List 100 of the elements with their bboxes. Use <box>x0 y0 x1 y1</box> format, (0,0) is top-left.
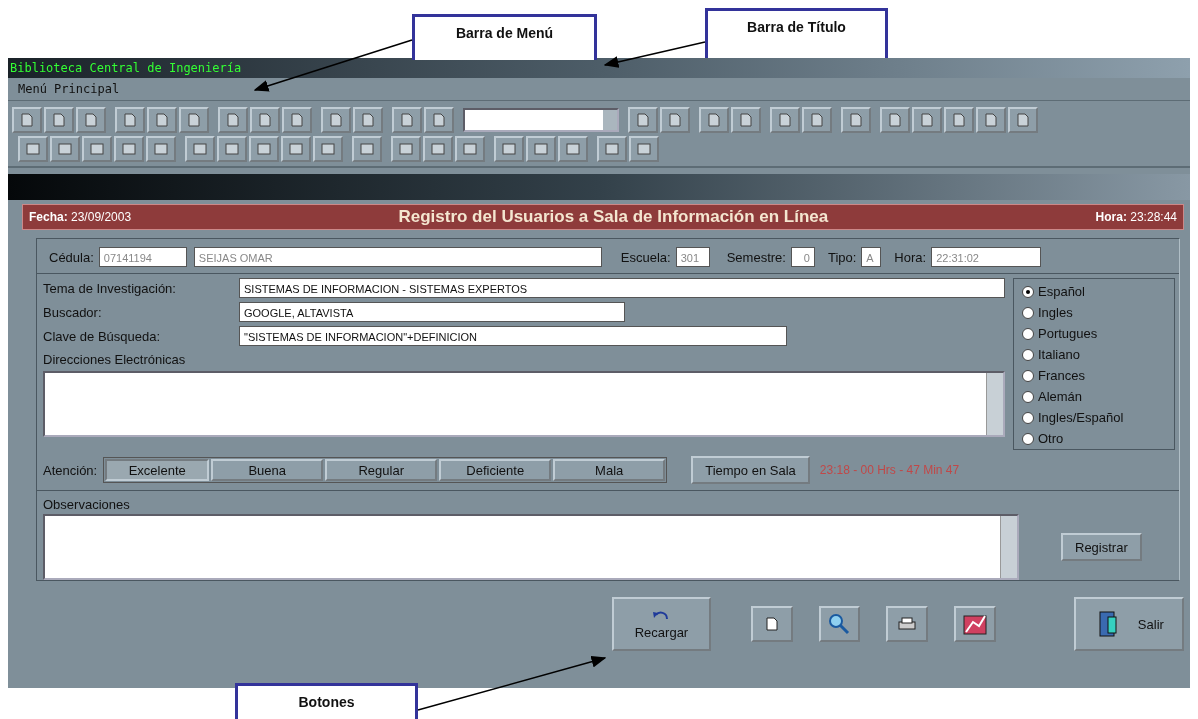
toolbar-button[interactable] <box>12 107 42 133</box>
toolbar-button[interactable] <box>147 107 177 133</box>
toolbar-button[interactable] <box>424 107 454 133</box>
language-radio[interactable]: Ingles/Español <box>1022 409 1170 426</box>
radio-icon[interactable] <box>1022 369 1034 382</box>
toolbar-button[interactable] <box>352 136 382 162</box>
toolbar-button[interactable] <box>1008 107 1038 133</box>
language-radio[interactable]: Portugues <box>1022 325 1170 342</box>
text-area[interactable] <box>43 514 1019 580</box>
toolbar-button[interactable] <box>628 107 658 133</box>
search-button[interactable] <box>818 606 861 642</box>
toolbar-button[interactable] <box>880 107 910 133</box>
toolbar-button[interactable] <box>76 107 106 133</box>
toolbar-button[interactable] <box>455 136 485 162</box>
field-label: Semestre: <box>726 249 786 265</box>
radio-icon[interactable] <box>1022 411 1034 424</box>
chart-button[interactable] <box>954 606 996 642</box>
toolbar-button[interactable] <box>423 136 453 162</box>
toolbar-combo[interactable] <box>463 108 619 132</box>
toolbar-button[interactable] <box>18 136 48 162</box>
page-icon <box>706 113 722 127</box>
toolbar-button[interactable] <box>841 107 871 133</box>
toolbar-button[interactable] <box>218 107 248 133</box>
radio-icon[interactable] <box>1022 327 1034 340</box>
input-field[interactable]: A <box>861 247 882 267</box>
toolbar-button[interactable] <box>526 136 556 162</box>
page-icon <box>809 113 825 127</box>
text-area[interactable] <box>43 371 1005 437</box>
toolbar-button[interactable] <box>802 107 832 133</box>
rating-button[interactable]: Excelente <box>105 459 210 481</box>
language-radio[interactable]: Italiano <box>1022 346 1170 363</box>
page-icon <box>848 113 864 127</box>
input-field[interactable]: "SISTEMAS DE INFORMACION"+DEFINICION <box>239 326 787 346</box>
language-radio[interactable]: Español <box>1022 283 1170 300</box>
language-radio[interactable]: Alemán <box>1022 388 1170 405</box>
toolbar-button[interactable] <box>660 107 690 133</box>
input-field[interactable]: 0 <box>790 247 815 267</box>
menu-item[interactable]: Menú Principal <box>18 82 120 96</box>
time-button[interactable]: Tiempo en Sala <box>691 456 810 484</box>
page-icon <box>399 113 415 127</box>
rating-button[interactable]: Deficiente <box>439 459 552 481</box>
radio-icon[interactable] <box>1022 390 1034 403</box>
page-icon <box>1015 113 1031 127</box>
toolbar-button[interactable] <box>976 107 1006 133</box>
toolbar-button[interactable] <box>353 107 383 133</box>
form-title: Registro del Usuarios a Sala de Información en Línea <box>398 207 829 227</box>
page-icon <box>983 113 999 127</box>
toolbar-button[interactable] <box>731 107 761 133</box>
toolbar-button[interactable] <box>629 136 659 162</box>
toolbar-button[interactable] <box>114 136 144 162</box>
language-radio[interactable]: Ingles <box>1022 304 1170 321</box>
page-icon <box>328 113 344 127</box>
input-field[interactable]: 22:31:02 <box>931 247 1042 267</box>
toolbar-button[interactable] <box>699 107 729 133</box>
toolbar-button[interactable] <box>217 136 247 162</box>
scrollbar[interactable] <box>986 373 1003 435</box>
input-field[interactable]: 07141194 <box>98 247 187 267</box>
rating-button[interactable]: Regular <box>325 459 438 481</box>
input-field[interactable]: SISTEMAS DE INFORMACION - SISTEMAS EXPERTOS <box>239 278 1005 298</box>
register-button[interactable]: Registrar <box>1061 533 1142 561</box>
toolbar-button[interactable] <box>146 136 176 162</box>
toolbar-button[interactable] <box>249 136 279 162</box>
language-radio[interactable]: Otro <box>1022 430 1170 447</box>
toolbar-button[interactable] <box>82 136 112 162</box>
input-field[interactable]: 301 <box>675 247 710 267</box>
toolbar-button[interactable] <box>179 107 209 133</box>
square-icon <box>256 142 272 156</box>
rating-button[interactable]: Mala <box>553 459 666 481</box>
input-field[interactable]: GOOGLE, ALTAVISTA <box>239 302 625 322</box>
page-icon <box>777 113 793 127</box>
new-button[interactable] <box>750 606 793 642</box>
toolbar-button[interactable] <box>912 107 942 133</box>
toolbar-button[interactable] <box>185 136 215 162</box>
toolbar-button[interactable] <box>321 107 351 133</box>
radio-icon[interactable] <box>1022 432 1034 445</box>
exit-button[interactable]: Salir <box>1073 597 1184 651</box>
toolbar-button[interactable] <box>494 136 524 162</box>
toolbar-button[interactable] <box>115 107 145 133</box>
language-radio[interactable]: Frances <box>1022 367 1170 384</box>
toolbar-button[interactable] <box>391 136 421 162</box>
radio-icon[interactable] <box>1022 348 1034 361</box>
toolbar-button[interactable] <box>250 107 280 133</box>
toolbar-button[interactable] <box>944 107 974 133</box>
radio-icon[interactable] <box>1022 285 1034 298</box>
toolbar-button[interactable] <box>50 136 80 162</box>
radio-icon[interactable] <box>1022 306 1034 319</box>
rating-button[interactable]: Buena <box>211 459 324 481</box>
toolbar-button[interactable] <box>770 107 800 133</box>
toolbar-button[interactable] <box>313 136 343 162</box>
toolbar-button[interactable] <box>282 107 312 133</box>
toolbar-button[interactable] <box>392 107 422 133</box>
toolbar-button[interactable] <box>281 136 311 162</box>
input-field[interactable]: SEIJAS OMAR <box>193 247 602 267</box>
toolbar-button[interactable] <box>44 107 74 133</box>
toolbar-button[interactable] <box>597 136 627 162</box>
reload-button[interactable]: Recargar <box>612 597 711 651</box>
scrollbar[interactable] <box>1000 516 1017 578</box>
toolbar-button[interactable] <box>558 136 588 162</box>
window-title: Biblioteca Central de Ingeniería <box>10 61 242 75</box>
print-button[interactable] <box>886 606 929 642</box>
